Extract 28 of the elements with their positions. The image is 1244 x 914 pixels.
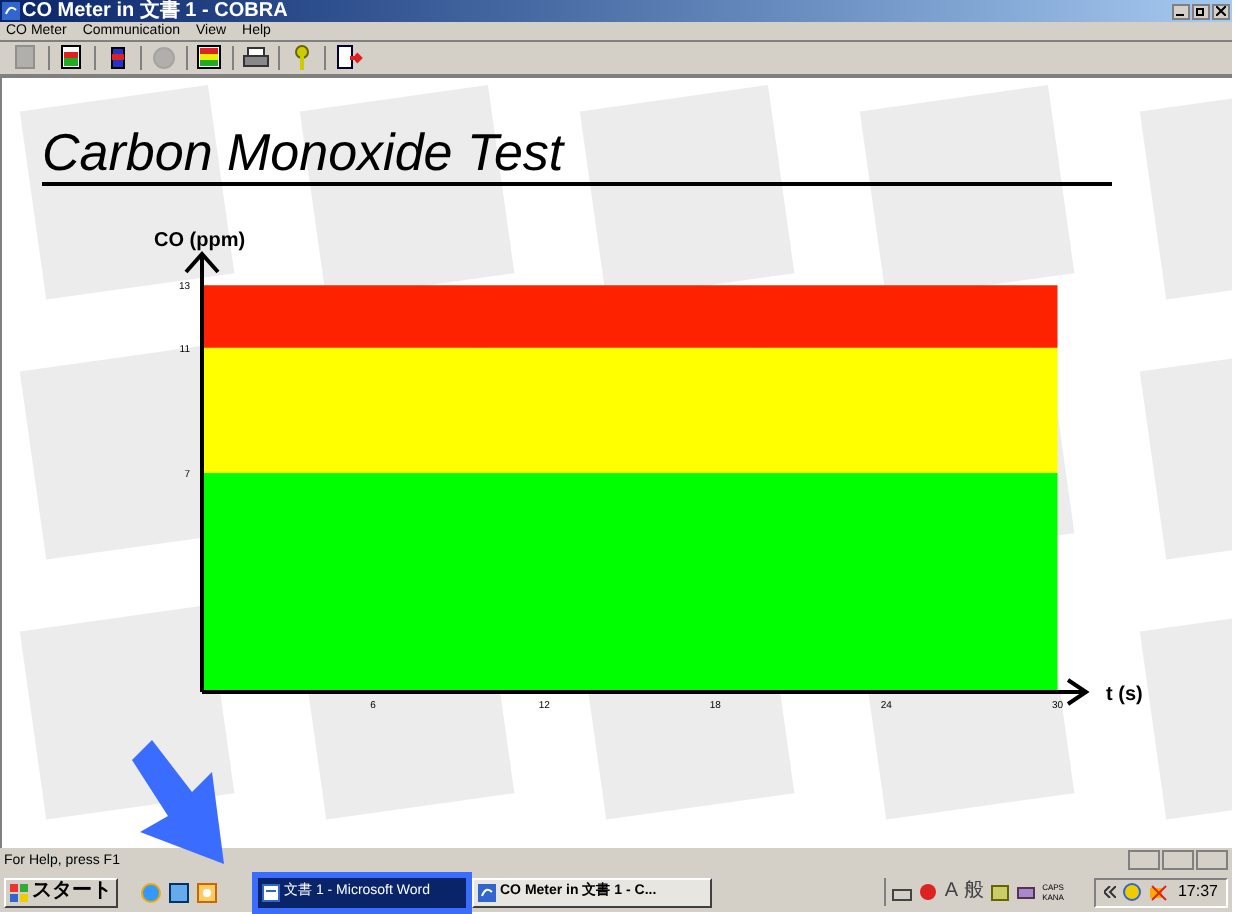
expand-icon[interactable]	[1103, 886, 1116, 898]
minimize-button[interactable]	[1172, 3, 1190, 19]
network-icon[interactable]	[1121, 882, 1142, 902]
start-button[interactable]: スタート	[4, 877, 118, 907]
restore-button[interactable]	[1192, 3, 1210, 19]
app-icon	[2, 2, 20, 20]
eraser-icon	[1016, 882, 1037, 902]
chart-icon	[194, 42, 226, 74]
ime-icon	[918, 882, 939, 902]
x-axis-label: t (s)	[1106, 684, 1143, 706]
speaker-muted-icon[interactable]	[1147, 882, 1168, 902]
media-icon[interactable]	[196, 881, 218, 903]
document-icon	[262, 883, 280, 901]
tools-icon	[990, 882, 1011, 902]
desktop-icon[interactable]	[168, 881, 190, 903]
y-axis-label: CO (ppm)	[154, 230, 246, 252]
close-icon	[1216, 6, 1226, 16]
restore-icon	[1196, 6, 1206, 16]
app-icon	[478, 883, 496, 901]
ime-mode-indicator[interactable]: A	[944, 880, 959, 904]
page-heading: Carbon Monoxide Test	[42, 122, 1112, 186]
close-button[interactable]	[1212, 3, 1230, 19]
door-arrow-icon	[332, 42, 364, 74]
keyboard-icon	[892, 883, 913, 901]
clock: 17:37	[1177, 882, 1218, 902]
disc-icon	[148, 42, 180, 74]
windows-logo-icon	[10, 883, 28, 901]
ime-mode-indicator[interactable]: 般	[964, 880, 985, 904]
